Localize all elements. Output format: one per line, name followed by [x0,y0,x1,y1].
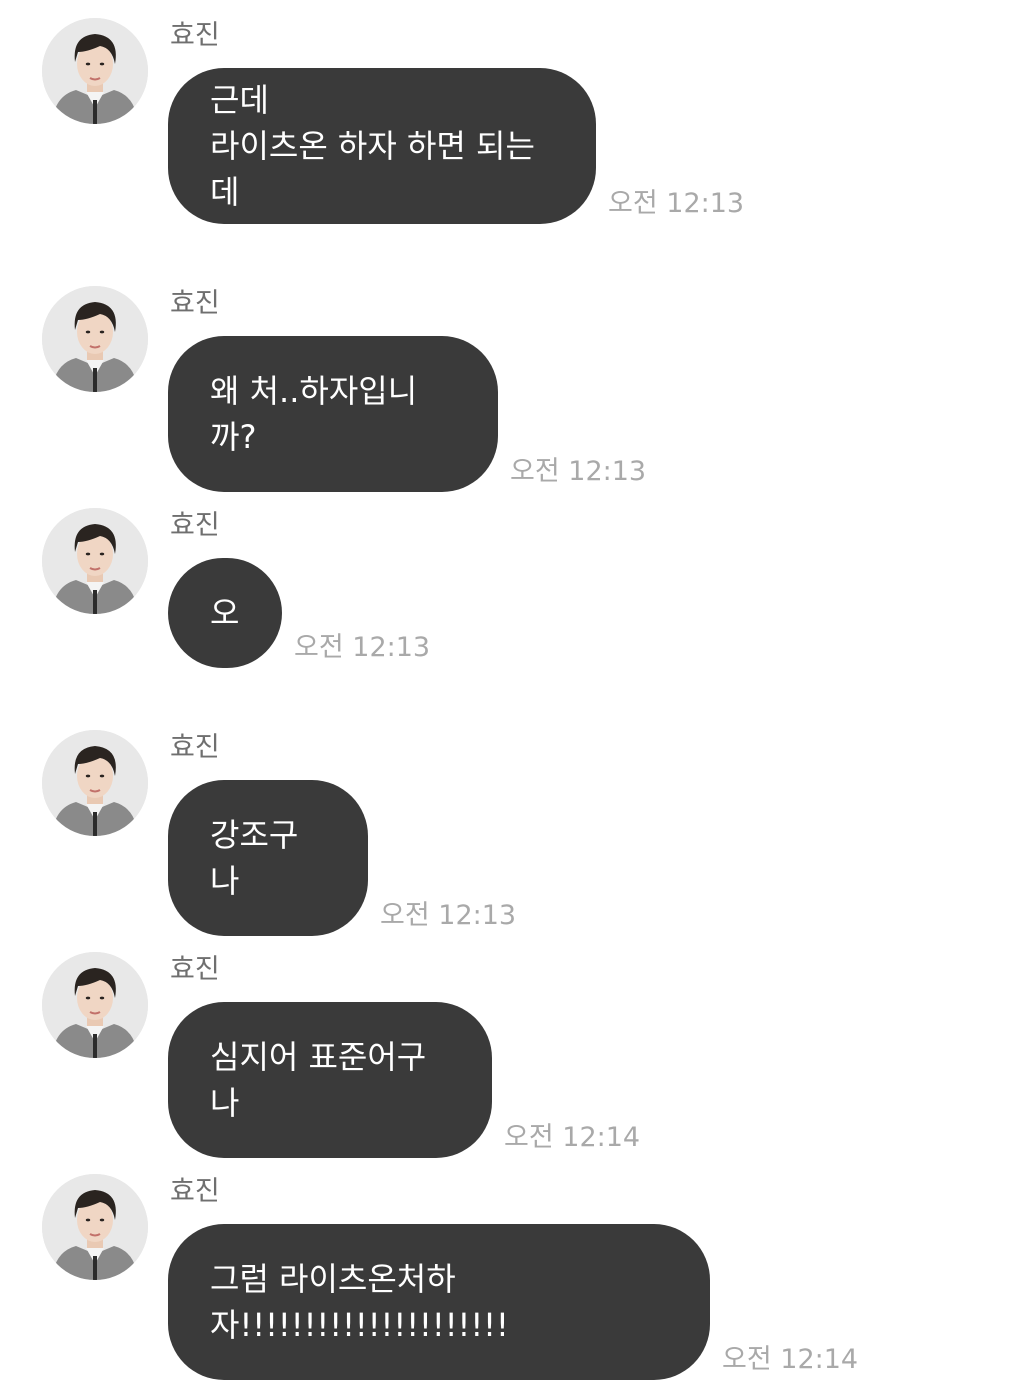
message-bubble[interactable]: 왜 처..하자입니까? [168,336,498,492]
sender-name: 효진 [170,954,220,985]
avatar[interactable] [42,508,148,614]
message-row: 심지어 표준어구나 오전 12:14 [168,1002,640,1158]
sender-name: 효진 [170,288,220,319]
message-time: 오전 12:13 [294,632,431,663]
avatar[interactable] [42,18,148,124]
message-row: 오 오전 12:13 [168,558,430,668]
sender-name: 효진 [170,20,220,51]
message-time: 오전 12:13 [380,900,517,931]
avatar-photo-icon [42,508,148,614]
avatar[interactable] [42,730,148,836]
message-bubble[interactable]: 심지어 표준어구나 [168,1002,492,1158]
avatar-photo-icon [42,952,148,1058]
sender-name: 효진 [170,732,220,763]
message-time: 오전 12:13 [510,456,647,487]
avatar-photo-icon [42,1174,148,1280]
sender-name: 효진 [170,510,220,541]
message-bubble[interactable]: 근데 라이츠온 하자 하면 되는데 [168,68,596,224]
message-bubble[interactable]: 강조구나 [168,780,368,936]
avatar-photo-icon [42,286,148,392]
message-row: 왜 처..하자입니까? 오전 12:13 [168,336,646,492]
avatar-photo-icon [42,730,148,836]
message-row: 근데 라이츠온 하자 하면 되는데 오전 12:13 [168,68,744,224]
sender-name: 효진 [170,1176,220,1207]
message-row: 강조구나 오전 12:13 [168,780,516,936]
avatar[interactable] [42,952,148,1058]
avatar-photo-icon [42,18,148,124]
avatar[interactable] [42,286,148,392]
message-bubble[interactable]: 그럼 라이츠온처하자!!!!!!!!!!!!!!!!!!!!! [168,1224,710,1380]
message-time: 오전 12:14 [722,1344,859,1375]
message-row: 그럼 라이츠온처하자!!!!!!!!!!!!!!!!!!!!! 오전 12:14 [168,1224,858,1380]
avatar[interactable] [42,1174,148,1280]
chat-message-list: 효진 근데 라이츠온 하자 하면 되는데 오전 12:13 효진 왜 처..하자… [0,0,1032,1380]
message-time: 오전 12:14 [504,1122,641,1153]
message-time: 오전 12:13 [608,188,745,219]
message-bubble[interactable]: 오 [168,558,282,668]
